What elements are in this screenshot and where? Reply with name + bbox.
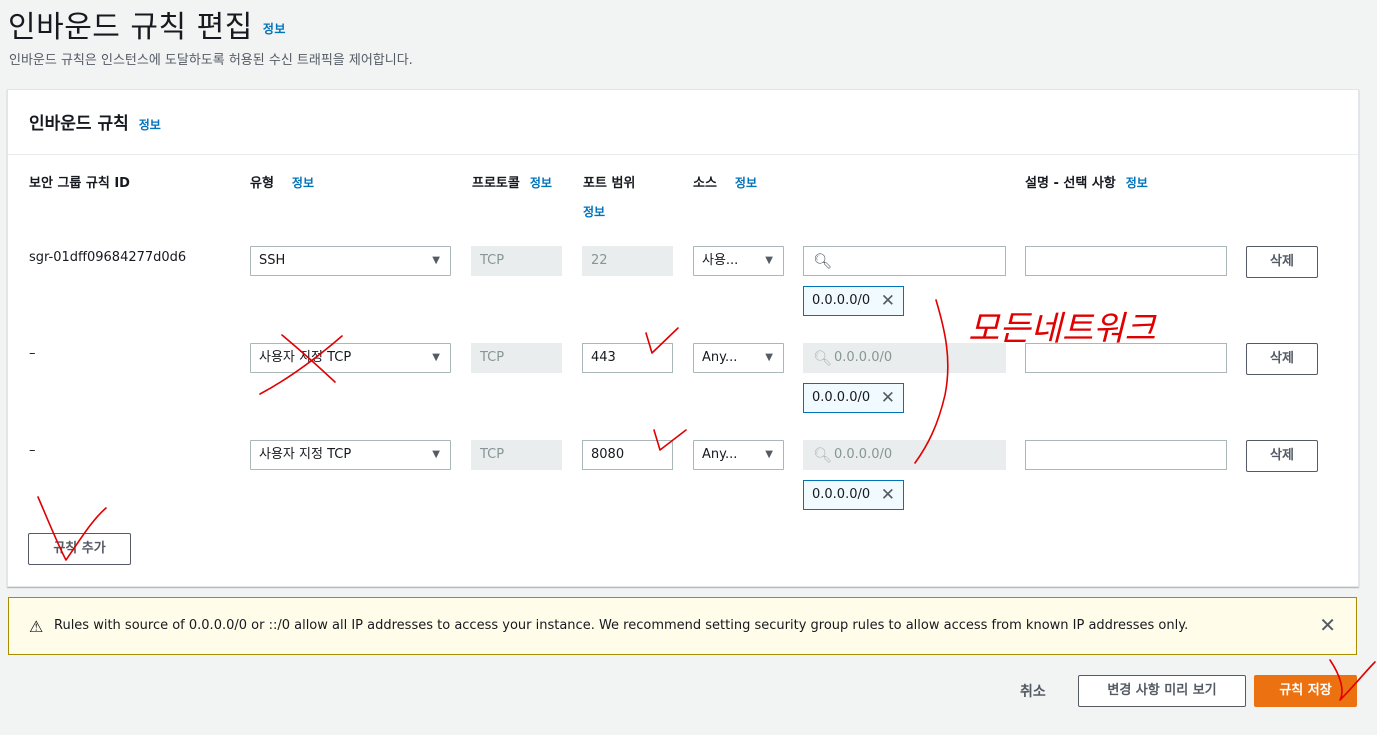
source-token-label: 0.0.0.0/0 xyxy=(812,293,871,308)
source-search-value: 0.0.0.0/0 xyxy=(834,350,893,365)
inbound-rules-panel: 인바운드 규칙 정보 보안 그룹 규칙 ID 유형 정보 프로토콜 정보 포트 범위 … xyxy=(7,89,1359,587)
preview-changes-button[interactable]: 변경 사항 미리 보기 xyxy=(1078,675,1246,707)
rule-id: sgr-01dff09684277d0d6 xyxy=(29,250,187,265)
source-search-input[interactable]: 🔍︎ xyxy=(803,246,1006,276)
source-type-select[interactable]: Any... ▼ xyxy=(693,343,784,373)
port-field: 22 xyxy=(582,246,673,276)
col-head-type-info[interactable]: 정보 xyxy=(292,176,314,190)
port-input[interactable]: 443 xyxy=(582,343,673,373)
col-head-source-label: 소스 xyxy=(693,176,717,191)
type-select[interactable]: SSH ▼ xyxy=(250,246,451,276)
col-head-port-label: 포트 범위 xyxy=(583,176,636,191)
close-icon[interactable]: ✕ xyxy=(881,287,895,315)
source-token-label: 0.0.0.0/0 xyxy=(812,487,871,502)
page-description: 인바운드 규칙은 인스턴스에 도달하도록 허용된 수신 트래픽을 제어합니다. xyxy=(9,53,413,68)
type-select-value: SSH xyxy=(259,253,286,268)
col-head-protocol-info[interactable]: 정보 xyxy=(530,176,552,190)
description-input[interactable] xyxy=(1025,440,1227,470)
close-icon[interactable]: ✕ xyxy=(1319,613,1336,637)
type-select[interactable]: 사용자 지정 TCP ▼ xyxy=(250,440,451,470)
description-input[interactable] xyxy=(1025,343,1227,373)
source-type-select[interactable]: 사용... ▼ xyxy=(693,246,784,276)
source-token-label: 0.0.0.0/0 xyxy=(812,390,871,405)
add-rule-button[interactable]: 규칙 추가 xyxy=(28,533,131,565)
delete-button[interactable]: 삭제 xyxy=(1246,440,1318,472)
col-head-description-label: 설명 - 선택 사항 xyxy=(1025,176,1116,191)
source-search-input: 🔍︎ 0.0.0.0/0 xyxy=(803,343,1006,373)
panel-info-link[interactable]: 정보 xyxy=(139,118,161,132)
type-select[interactable]: 사용자 지정 TCP ▼ xyxy=(250,343,451,373)
source-type-value: Any... xyxy=(702,350,738,365)
source-search-value: 0.0.0.0/0 xyxy=(834,447,893,462)
port-input[interactable]: 8080 xyxy=(582,440,673,470)
panel-header: 인바운드 규칙 정보 xyxy=(8,90,1358,155)
save-rules-button[interactable]: 규칙 저장 xyxy=(1254,675,1357,707)
delete-button[interactable]: 삭제 xyxy=(1246,343,1318,375)
page-title: 인바운드 규칙 편집 정보 xyxy=(8,2,286,46)
col-head-description-info[interactable]: 정보 xyxy=(1126,176,1148,190)
caret-down-icon: ▼ xyxy=(432,352,440,363)
search-icon: 🔍︎ xyxy=(813,252,833,270)
protocol-field: TCP xyxy=(471,246,562,276)
close-icon[interactable]: ✕ xyxy=(881,384,895,412)
caret-down-icon: ▼ xyxy=(765,255,773,266)
page-title-text: 인바운드 규칙 편집 xyxy=(8,10,253,45)
warning-icon: ⚠ xyxy=(29,617,44,636)
delete-button[interactable]: 삭제 xyxy=(1246,246,1318,278)
col-head-type-label: 유형 xyxy=(250,176,274,191)
col-head-port-info[interactable]: 정보 xyxy=(583,203,635,220)
source-type-select[interactable]: Any... ▼ xyxy=(693,440,784,470)
type-select-value: 사용자 지정 TCP xyxy=(259,447,352,462)
source-token: 0.0.0.0/0 ✕ xyxy=(803,480,904,510)
search-icon: 🔍︎ xyxy=(813,349,833,367)
col-head-protocol: 프로토콜 정보 xyxy=(472,172,552,191)
col-head-source: 소스 정보 xyxy=(693,172,757,191)
title-info-link[interactable]: 정보 xyxy=(263,22,286,36)
protocol-field: TCP xyxy=(471,343,562,373)
col-head-protocol-label: 프로토콜 xyxy=(472,176,520,191)
caret-down-icon: ▼ xyxy=(765,352,773,363)
source-token: 0.0.0.0/0 ✕ xyxy=(803,286,904,316)
caret-down-icon: ▼ xyxy=(432,449,440,460)
panel-title: 인바운드 규칙 정보 xyxy=(29,109,161,134)
warning-text: Rules with source of 0.0.0.0/0 or ::/0 a… xyxy=(54,618,1189,633)
close-icon[interactable]: ✕ xyxy=(881,481,895,509)
col-head-type: 유형 정보 xyxy=(250,172,314,191)
col-head-source-info[interactable]: 정보 xyxy=(735,176,757,190)
col-head-description: 설명 - 선택 사항 정보 xyxy=(1025,172,1148,191)
warning-alert: ⚠ Rules with source of 0.0.0.0/0 or ::/0… xyxy=(8,597,1357,655)
cancel-button[interactable]: 취소 xyxy=(1020,681,1046,701)
search-icon: 🔍︎ xyxy=(813,446,833,464)
source-token: 0.0.0.0/0 ✕ xyxy=(803,383,904,413)
col-head-rule-id-label: 보안 그룹 규칙 ID xyxy=(29,176,130,191)
source-type-value: 사용... xyxy=(702,253,739,268)
source-search-input: 🔍︎ 0.0.0.0/0 xyxy=(803,440,1006,470)
type-select-value: 사용자 지정 TCP xyxy=(259,350,352,365)
col-head-port: 포트 범위 정보 xyxy=(583,172,635,220)
caret-down-icon: ▼ xyxy=(765,449,773,460)
source-type-value: Any... xyxy=(702,447,738,462)
description-input[interactable] xyxy=(1025,246,1227,276)
rule-id: – xyxy=(29,346,36,361)
protocol-field: TCP xyxy=(471,440,562,470)
caret-down-icon: ▼ xyxy=(432,255,440,266)
rule-id: – xyxy=(29,443,36,458)
panel-title-text: 인바운드 규칙 xyxy=(29,114,129,134)
col-head-rule-id: 보안 그룹 규칙 ID xyxy=(29,172,130,191)
